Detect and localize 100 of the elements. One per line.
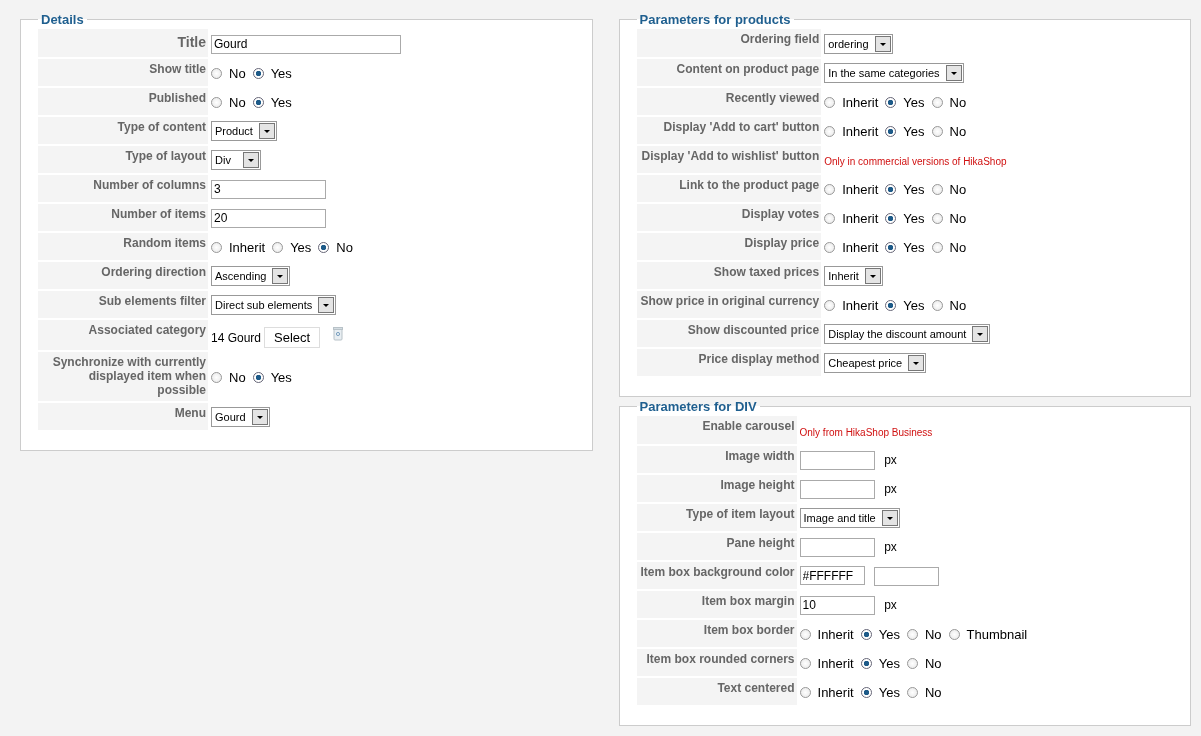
radio-option[interactable]: Inherit <box>799 684 854 700</box>
radio-option[interactable]: Inherit <box>824 94 879 110</box>
field-label: Number of columns <box>38 174 209 203</box>
field-label: Type of layout <box>38 145 209 174</box>
field-label: Item box border <box>636 619 798 648</box>
field-label: Recently viewed <box>636 87 822 116</box>
dropdown[interactable]: Ascending <box>211 266 291 286</box>
radio-option[interactable]: Yes <box>252 94 292 110</box>
radio-option[interactable]: Inherit <box>799 626 854 642</box>
dropdown[interactable]: Display the discount amount <box>824 324 991 344</box>
field-label: Menu <box>38 402 209 431</box>
radio-option[interactable]: No <box>931 123 967 139</box>
radio-option[interactable]: No <box>211 65 246 81</box>
text-field[interactable]: 20 <box>211 208 326 228</box>
field-label: Type of item layout <box>636 503 798 532</box>
notice-text: Only from HikaShop Business <box>799 426 933 438</box>
field-label: Display 'Add to wishlist' button <box>636 145 822 174</box>
dropdown[interactable]: Div <box>211 150 261 170</box>
radio-option[interactable]: No <box>906 655 942 671</box>
radio-option[interactable]: Yes <box>885 297 925 313</box>
unit-label: px <box>884 540 897 554</box>
radio-option[interactable]: Yes <box>860 626 900 642</box>
radio-option[interactable]: Inherit <box>211 239 266 255</box>
radio-option[interactable]: Inherit <box>824 123 879 139</box>
radio-option[interactable]: Inherit <box>824 210 879 226</box>
field-label: Link to the product page <box>636 174 822 203</box>
panel-title: Details <box>40 12 85 27</box>
radio-option[interactable]: Yes <box>885 239 925 255</box>
radio-option[interactable]: Inherit <box>799 655 854 671</box>
field-label: Show taxed prices <box>636 261 822 290</box>
trash-icon[interactable] <box>333 327 344 341</box>
radio-option[interactable]: No <box>318 239 353 255</box>
text-field[interactable] <box>799 537 875 557</box>
radio-option[interactable]: No <box>906 684 942 700</box>
field-label: Show discounted price <box>636 319 822 348</box>
radio-option[interactable]: Yes <box>860 655 900 671</box>
dropdown[interactable]: In the same categories <box>824 63 964 83</box>
field-label: Content on product page <box>636 58 822 87</box>
dropdown[interactable]: Direct sub elements <box>211 295 337 315</box>
radio-option[interactable]: No <box>906 626 942 642</box>
radio-option[interactable]: Thumbnail <box>948 626 1028 642</box>
dropdown[interactable]: Product <box>211 121 277 141</box>
color-field[interactable]: #FFFFFF <box>799 566 865 586</box>
radio-option[interactable]: No <box>931 239 967 255</box>
radio-option[interactable]: No <box>211 94 246 110</box>
field-label: Pane height <box>636 532 798 561</box>
unit-label: px <box>884 482 897 496</box>
dropdown[interactable]: Cheapest price <box>824 353 927 373</box>
radio-option[interactable]: No <box>931 297 967 313</box>
unit-label: px <box>884 453 897 467</box>
text-field[interactable]: Gourd <box>211 34 401 54</box>
field-label: Sub elements filter <box>38 290 209 319</box>
radio-option[interactable]: Yes <box>252 65 292 81</box>
field-label: Display price <box>636 232 822 261</box>
field-label: Show title <box>38 58 209 87</box>
text-field[interactable] <box>799 450 875 470</box>
category-value: 14 Gourd <box>211 331 262 347</box>
text-field[interactable] <box>799 479 875 499</box>
color-swatch[interactable] <box>874 566 940 586</box>
radio-option[interactable]: Yes <box>885 181 925 197</box>
radio-option[interactable]: Yes <box>885 210 925 226</box>
select-button[interactable]: Select <box>264 327 321 348</box>
field-label: Image height <box>636 474 798 503</box>
field-label: Enable carousel <box>636 416 798 445</box>
field-label: Published <box>38 87 209 116</box>
field-label: Price display method <box>636 348 822 377</box>
dropdown[interactable]: Inherit <box>824 266 883 286</box>
radio-option[interactable]: Yes <box>860 684 900 700</box>
dropdown[interactable]: Image and title <box>799 508 900 528</box>
radio-option[interactable]: Inherit <box>824 239 879 255</box>
field-label: Title <box>38 29 209 58</box>
field-label: Type of content <box>38 116 209 145</box>
radio-option[interactable]: Yes <box>885 94 925 110</box>
field-label: Ordering direction <box>38 261 209 290</box>
radio-option[interactable]: No <box>931 94 967 110</box>
field-label: Random items <box>38 232 209 261</box>
radio-option[interactable]: Yes <box>272 239 312 255</box>
radio-option[interactable]: Inherit <box>824 181 879 197</box>
radio-option[interactable]: Yes <box>252 369 292 385</box>
field-label: Image width <box>636 445 798 474</box>
text-field[interactable]: 10 <box>799 595 875 615</box>
field-label: Text centered <box>636 677 798 706</box>
field-label: Show price in original currency <box>636 290 822 319</box>
notice-text: Only in commercial versions of HikaShop <box>824 155 1007 167</box>
panel-title: Parameters for products <box>638 12 792 27</box>
radio-option[interactable]: Yes <box>885 123 925 139</box>
field-label: Associated category <box>38 319 209 351</box>
dropdown[interactable]: Gourd <box>211 407 270 427</box>
radio-option[interactable]: No <box>931 210 967 226</box>
radio-option[interactable]: Inherit <box>824 297 879 313</box>
text-field[interactable]: 3 <box>211 179 326 199</box>
radio-option[interactable]: No <box>211 369 246 385</box>
field-label: Item box background color <box>636 561 798 590</box>
field-label: Item box margin <box>636 590 798 619</box>
panel-title: Parameters for DIV <box>638 399 758 414</box>
field-label: Number of items <box>38 203 209 232</box>
radio-option[interactable]: No <box>931 181 967 197</box>
field-label: Synchronize with currently displayed item when possible <box>38 351 209 402</box>
field-label: Item box rounded corners <box>636 648 798 677</box>
dropdown[interactable]: ordering <box>824 34 893 54</box>
